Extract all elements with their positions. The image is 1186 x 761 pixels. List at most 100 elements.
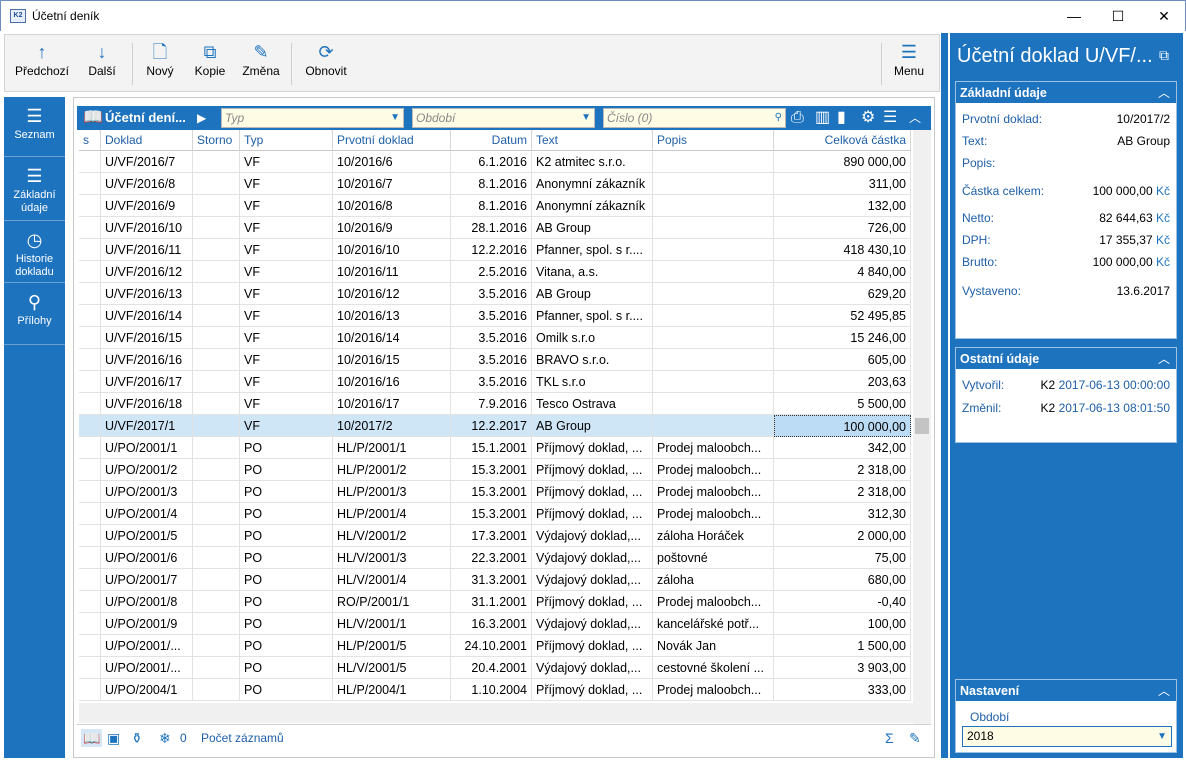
column-header[interactable]: Storno xyxy=(193,130,240,151)
table-row[interactable]: U/PO/2001/8 PO RO/P/2001/1 31.1.2001 Příjmov… xyxy=(79,591,911,613)
cell-castka[interactable]: 680,00 xyxy=(774,569,911,591)
cell-doklad[interactable]: U/VF/2016/16 xyxy=(101,349,193,371)
cell-s[interactable] xyxy=(79,569,101,591)
cell-popis[interactable] xyxy=(653,261,774,283)
cell-typ[interactable]: VF xyxy=(240,261,333,283)
cell-prvotni-doklad[interactable]: 10/2016/15 xyxy=(333,349,451,371)
search-icon[interactable]: ⚲ xyxy=(775,109,782,127)
cell-typ[interactable]: VF xyxy=(240,195,333,217)
cell-prvotni-doklad[interactable]: 10/2016/12 xyxy=(333,283,451,305)
book-icon[interactable]: 📖 xyxy=(83,108,103,128)
cell-castka[interactable]: 5 500,00 xyxy=(774,393,911,415)
cell-storno[interactable] xyxy=(193,679,240,701)
table-row[interactable]: U/VF/2016/15 VF 10/2016/14 3.5.2016 Omilk s.… xyxy=(79,327,911,349)
cell-text[interactable]: Příjmový doklad, ... xyxy=(532,679,653,701)
chart-icon[interactable]: ▥ xyxy=(815,108,830,128)
cell-text[interactable]: AB Group xyxy=(532,217,653,239)
scroll-thumb[interactable] xyxy=(915,418,929,434)
cell-s[interactable] xyxy=(79,547,101,569)
cell-typ[interactable]: PO xyxy=(240,481,333,503)
cell-s[interactable] xyxy=(79,437,101,459)
cell-s[interactable] xyxy=(79,349,101,371)
cell-popis[interactable]: Prodej maloobch... xyxy=(653,591,774,613)
cell-text[interactable]: Výdajový doklad,... xyxy=(532,569,653,591)
cell-popis[interactable]: cestovné školení ... xyxy=(653,657,774,679)
table-row[interactable]: U/VF/2016/12 VF 10/2016/11 2.5.2016 Vitana, … xyxy=(79,261,911,283)
period-select[interactable]: 2018 ▼ xyxy=(962,726,1172,747)
cell-datum[interactable]: 6.1.2016 xyxy=(451,151,532,173)
cell-prvotni-doklad[interactable]: 10/2016/13 xyxy=(333,305,451,327)
cell-castka[interactable]: 2 318,00 xyxy=(774,481,911,503)
minimize-button[interactable]: — xyxy=(1051,1,1097,31)
cell-s[interactable] xyxy=(79,503,101,525)
cell-prvotni-doklad[interactable]: HL/P/2001/3 xyxy=(333,481,451,503)
cell-text[interactable]: Výdajový doklad,... xyxy=(532,613,653,635)
snowflake-icon[interactable]: ❄ xyxy=(159,729,171,747)
record-count-label[interactable]: Počet záznamů xyxy=(201,731,284,745)
new-button[interactable]: 🗋 Nový xyxy=(139,35,181,91)
chevron-up-icon[interactable]: ︿ xyxy=(1158,348,1170,370)
cell-castka[interactable]: 726,00 xyxy=(774,217,911,239)
cell-storno[interactable] xyxy=(193,371,240,393)
cell-storno[interactable] xyxy=(193,173,240,195)
cell-popis[interactable] xyxy=(653,217,774,239)
cell-datum[interactable]: 3.5.2016 xyxy=(451,327,532,349)
previous-button[interactable]: ↑ Předchozí xyxy=(11,35,73,91)
section-header[interactable]: Základní údaje ︿ xyxy=(956,82,1176,104)
cell-doklad[interactable]: U/VF/2016/10 xyxy=(101,217,193,239)
nav-item-historie-dokladu[interactable]: ◷ Historie dokladu xyxy=(4,221,65,283)
chevron-up-icon[interactable]: ︿ xyxy=(1158,680,1170,702)
cell-s[interactable] xyxy=(79,327,101,349)
cell-datum[interactable]: 12.2.2016 xyxy=(451,239,532,261)
cell-castka[interactable]: 333,00 xyxy=(774,679,911,701)
barcode-icon[interactable]: ▮ xyxy=(837,108,846,128)
type-filter-input[interactable]: Typ ▼ xyxy=(221,108,404,128)
panel-splitter[interactable] xyxy=(941,33,948,758)
cell-popis[interactable]: Novák Jan xyxy=(653,635,774,657)
cell-typ[interactable]: PO xyxy=(240,503,333,525)
dropdown-icon[interactable]: ▼ xyxy=(1157,727,1167,746)
cell-popis[interactable]: Prodej maloobch... xyxy=(653,437,774,459)
cell-doklad[interactable]: U/VF/2016/9 xyxy=(101,195,193,217)
cell-storno[interactable] xyxy=(193,613,240,635)
cell-popis[interactable] xyxy=(653,371,774,393)
cell-typ[interactable]: VF xyxy=(240,393,333,415)
cell-typ[interactable]: PO xyxy=(240,591,333,613)
cell-datum[interactable]: 20.4.2001 xyxy=(451,657,532,679)
cell-prvotni-doklad[interactable]: 10/2016/6 xyxy=(333,151,451,173)
column-header[interactable]: Typ xyxy=(240,130,333,151)
cell-typ[interactable]: VF xyxy=(240,327,333,349)
dropdown-icon[interactable]: ▼ xyxy=(581,109,591,127)
cell-popis[interactable] xyxy=(653,173,774,195)
cell-text[interactable]: Příjmový doklad, ... xyxy=(532,591,653,613)
cell-prvotni-doklad[interactable]: HL/V/2001/2 xyxy=(333,525,451,547)
cell-s[interactable] xyxy=(79,239,101,261)
cell-text[interactable]: Výdajový doklad,... xyxy=(532,547,653,569)
cell-datum[interactable]: 17.3.2001 xyxy=(451,525,532,547)
cell-castka[interactable]: 132,00 xyxy=(774,195,911,217)
cell-prvotni-doklad[interactable]: HL/P/2004/1 xyxy=(333,679,451,701)
refresh-button[interactable]: ⟳ Obnovit xyxy=(299,35,353,91)
cell-doklad[interactable]: U/VF/2016/7 xyxy=(101,151,193,173)
cell-popis[interactable] xyxy=(653,305,774,327)
cell-prvotni-doklad[interactable]: 10/2016/8 xyxy=(333,195,451,217)
cell-prvotni-doklad[interactable]: HL/V/2001/5 xyxy=(333,657,451,679)
cell-datum[interactable]: 8.1.2016 xyxy=(451,195,532,217)
cell-text[interactable]: AB Group xyxy=(532,415,653,437)
cell-doklad[interactable]: U/VF/2017/1 xyxy=(101,415,193,437)
chevron-up-icon[interactable]: ︿ xyxy=(1158,82,1170,104)
cell-storno[interactable] xyxy=(193,283,240,305)
cell-castka[interactable]: 3 903,00 xyxy=(774,657,911,679)
cell-prvotni-doklad[interactable]: HL/P/2001/4 xyxy=(333,503,451,525)
cell-text[interactable]: TKL s.r.o xyxy=(532,371,653,393)
sum-icon[interactable]: Σ xyxy=(885,729,894,747)
table-row[interactable]: U/VF/2016/11 VF 10/2016/10 12.2.2016 Pfanner… xyxy=(79,239,911,261)
cell-popis[interactable] xyxy=(653,327,774,349)
cell-prvotni-doklad[interactable]: HL/V/2001/1 xyxy=(333,613,451,635)
table-row[interactable]: U/PO/2001/3 PO HL/P/2001/3 15.3.2001 Příjmov… xyxy=(79,481,911,503)
cell-doklad[interactable]: U/PO/2001/7 xyxy=(101,569,193,591)
cell-doklad[interactable]: U/VF/2016/8 xyxy=(101,173,193,195)
cell-popis[interactable]: záloha Horáček xyxy=(653,525,774,547)
cell-doklad[interactable]: U/PO/2001/4 xyxy=(101,503,193,525)
cell-s[interactable] xyxy=(79,415,101,437)
